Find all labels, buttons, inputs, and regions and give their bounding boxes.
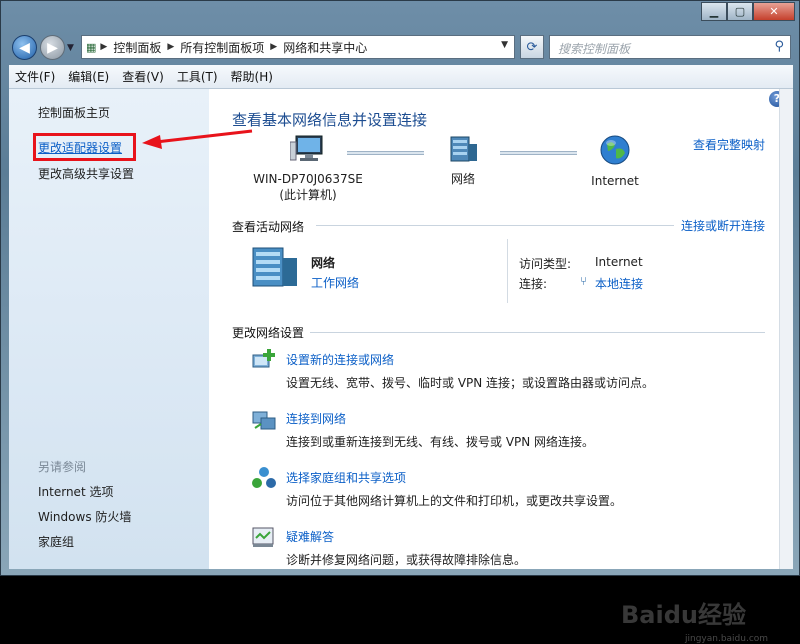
section-divider: [310, 332, 765, 333]
title-bar: ▁ ▢ ✕: [1, 1, 800, 27]
globe-icon: [600, 135, 630, 165]
vertical-divider: [507, 239, 508, 303]
connector-line: [347, 151, 424, 155]
navigation-bar: ◀ ▶ ▼ ▦ ▶ 控制面板 ▶ 所有控制面板项 ▶ 网络和共享中心 ▼ ⟳ 搜…: [1, 29, 800, 65]
maximize-button[interactable]: ▢: [727, 2, 753, 21]
task-new-connection-desc: 设置无线、宽带、拨号、临时或 VPN 连接；或设置路由器或访问点。: [286, 376, 655, 390]
close-button[interactable]: ✕: [753, 2, 795, 21]
breadcrumb-separator-icon: ▶: [167, 42, 175, 52]
breadcrumb-separator-icon: ▶: [270, 42, 278, 52]
network-name: 网络: [311, 256, 336, 270]
breadcrumb-network-center[interactable]: 网络和共享中心: [283, 39, 367, 56]
address-bar[interactable]: ▦ ▶ 控制面板 ▶ 所有控制面板项 ▶ 网络和共享中心 ▼: [81, 35, 515, 59]
vertical-scrollbar[interactable]: [779, 89, 793, 569]
breadcrumb-all-items[interactable]: 所有控制面板项: [180, 39, 264, 56]
task-homegroup-desc: 访问位于其他网络计算机上的文件和打印机，或更改共享设置。: [286, 494, 623, 508]
connect-disconnect-link[interactable]: 连接或断开连接: [681, 217, 765, 234]
ethernet-icon: ⑂: [580, 274, 588, 288]
window: ▁ ▢ ✕ ◀ ▶ ▼ ▦ ▶ 控制面板 ▶ 所有控制面板项 ▶ 网络和共享中心…: [0, 0, 800, 644]
work-network-icon: [252, 247, 297, 287]
task-new-connection-link[interactable]: 设置新的连接或网络: [286, 351, 394, 368]
menu-help[interactable]: 帮助(H): [231, 68, 273, 85]
task-troubleshoot-desc: 诊断并修复网络问题，或获得故障排除信息。: [286, 553, 527, 567]
internet-label: Internet: [591, 174, 639, 188]
sidebar: 控制面板主页 更改适配器设置 更改高级共享设置 另请参阅 Internet 选项…: [9, 89, 253, 569]
network-label: 网络: [450, 172, 475, 186]
menu-bar: 文件(F) 编辑(E) 查看(V) 工具(T) 帮助(H): [9, 65, 793, 89]
sidebar-item-homegroup[interactable]: 家庭组: [38, 533, 74, 550]
new-connection-icon: [252, 349, 275, 368]
sidebar-item-home[interactable]: 控制面板主页: [38, 104, 110, 121]
active-network-heading: 查看活动网络: [232, 220, 305, 234]
window-controls: ▁ ▢ ✕: [701, 2, 795, 21]
forward-button[interactable]: ▶: [40, 35, 65, 60]
menu-view[interactable]: 查看(V): [122, 68, 164, 85]
search-placeholder: 搜索控制面板: [558, 42, 631, 56]
computer-subtitle: (此计算机): [279, 188, 337, 202]
computer-node[interactable]: WIN-DP70J0637SE (此计算机): [253, 134, 363, 203]
full-map-link[interactable]: 查看完整映射: [693, 136, 765, 153]
connector-line: [500, 151, 577, 155]
computer-name: WIN-DP70J0637SE: [253, 172, 363, 186]
main-panel: ? 查看基本网络信息并设置连接 查看完整映射 WIN-DP70J0637SE (…: [209, 89, 793, 569]
network-type-link[interactable]: 工作网络: [311, 274, 359, 291]
recent-pages-chevron-icon[interactable]: ▼: [67, 43, 74, 53]
connection-label: 连接:: [519, 277, 548, 291]
refresh-button[interactable]: ⟳: [520, 35, 544, 59]
menu-file[interactable]: 文件(F): [15, 68, 55, 85]
menu-edit[interactable]: 编辑(E): [68, 68, 109, 85]
search-icon[interactable]: ⚲: [774, 39, 784, 54]
breadcrumb-control-panel[interactable]: 控制面板: [113, 39, 161, 56]
watermark-url: jingyan.baidu.com: [685, 634, 769, 644]
internet-node[interactable]: Internet: [585, 134, 645, 189]
sidebar-item-internet-options[interactable]: Internet 选项: [38, 483, 113, 500]
control-panel-icon: ▦: [86, 40, 97, 54]
minimize-button[interactable]: ▁: [701, 2, 727, 21]
section-divider: [316, 225, 674, 226]
homegroup-icon: [252, 467, 276, 488]
page-title: 查看基本网络信息并设置连接: [232, 111, 428, 129]
computer-icon: [289, 135, 323, 161]
search-input[interactable]: 搜索控制面板 ⚲: [549, 35, 791, 59]
back-button[interactable]: ◀: [12, 35, 37, 60]
sidebar-item-firewall[interactable]: Windows 防火墙: [38, 508, 131, 525]
breadcrumb-separator-icon: ▶: [100, 42, 108, 52]
local-connection-link[interactable]: 本地连接: [595, 275, 643, 292]
connect-network-icon: [252, 411, 276, 430]
task-connect-network-link[interactable]: 连接到网络: [286, 410, 346, 427]
sidebar-item-advanced-sharing[interactable]: 更改高级共享设置: [38, 165, 134, 182]
highlight-box: [33, 133, 136, 161]
task-connect-network-desc: 连接到或重新连接到无线、有线、拨号或 VPN 网络连接。: [286, 435, 595, 449]
task-homegroup-link[interactable]: 选择家庭组和共享选项: [286, 469, 406, 486]
see-also-heading: 另请参阅: [38, 460, 87, 474]
watermark-brand: Baidu经验: [621, 601, 746, 629]
access-type-value: Internet: [595, 255, 643, 269]
access-type-label: 访问类型:: [519, 257, 572, 271]
troubleshoot-icon: [252, 527, 274, 547]
content-area: 控制面板主页 更改适配器设置 更改高级共享设置 另请参阅 Internet 选项…: [9, 89, 793, 644]
address-dropdown-icon[interactable]: ▼: [501, 40, 508, 50]
network-icon: [450, 136, 477, 162]
task-troubleshoot-link[interactable]: 疑难解答: [286, 528, 334, 545]
menu-tools[interactable]: 工具(T): [177, 68, 218, 85]
network-node[interactable]: 网络: [442, 134, 484, 187]
change-settings-heading: 更改网络设置: [232, 326, 305, 340]
